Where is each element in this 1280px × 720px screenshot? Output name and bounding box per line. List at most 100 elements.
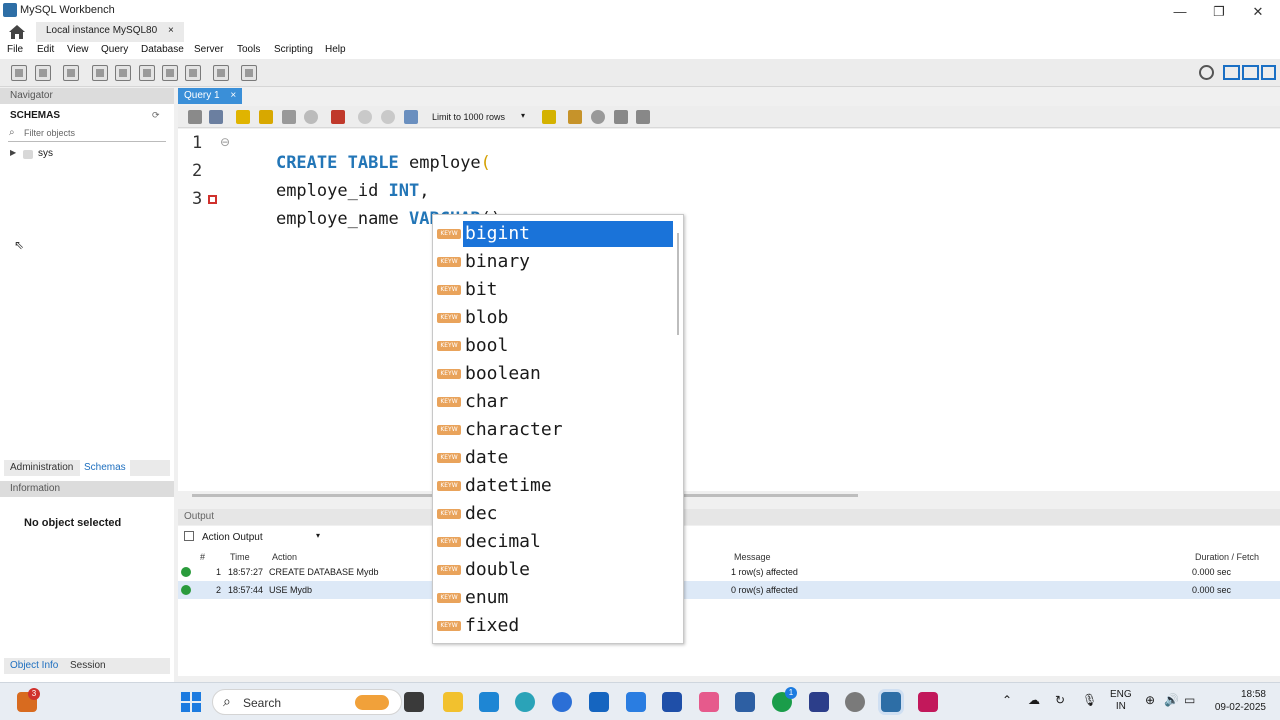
battery-icon[interactable]: ▭ (1184, 693, 1195, 707)
calendar-app-icon[interactable] (626, 692, 646, 712)
inspector-icon[interactable] (63, 65, 79, 81)
autocomplete-item[interactable]: KEYW date (435, 443, 673, 471)
query-tab-close-icon[interactable]: × (230, 90, 236, 101)
create-function-icon[interactable] (185, 65, 201, 81)
create-table-icon[interactable] (115, 65, 131, 81)
system-clock[interactable]: 18:58 09-02-2025 (1210, 688, 1266, 714)
recorder-icon[interactable] (918, 692, 938, 712)
save-file-icon[interactable] (209, 110, 223, 124)
menu-file[interactable]: File (7, 44, 23, 55)
browser-icon[interactable] (552, 692, 572, 712)
output-row[interactable]: 2 18:57:44 USE Mydb 0 row(s) affected 0.… (178, 581, 1280, 599)
output-type-select[interactable]: Action Output ▾ (202, 530, 326, 544)
output-row[interactable]: 1 18:57:27 CREATE DATABASE Mydb 1 row(s)… (178, 563, 1280, 581)
settings-icon[interactable] (845, 692, 865, 712)
invisible-characters-icon[interactable] (614, 110, 628, 124)
autocomplete-scrollbar[interactable] (677, 233, 679, 335)
copy-output-icon[interactable] (184, 531, 194, 541)
mysql-workbench-taskbar-icon[interactable] (881, 692, 901, 712)
stop-icon[interactable] (304, 110, 318, 124)
app-icon[interactable] (809, 692, 829, 712)
execute-icon[interactable] (236, 110, 250, 124)
autocomplete-item[interactable]: KEYW character (435, 415, 673, 443)
autocomplete-item[interactable]: KEYW char (435, 387, 673, 415)
rollback-icon[interactable] (381, 110, 395, 124)
microphone-icon[interactable]: 🎙 (1082, 693, 1097, 707)
tab-administration[interactable]: Administration (10, 462, 73, 473)
connection-tab[interactable]: Local instance MySQL80 × (36, 22, 184, 42)
error-marker-icon[interactable] (208, 195, 217, 204)
zoom-icon[interactable] (662, 692, 682, 712)
menu-tools[interactable]: Tools (237, 44, 260, 55)
sql-editor[interactable]: 1 ⊖ CREATE TABLE employe( 2 employe_id I… (178, 129, 1280, 497)
create-procedure-icon[interactable] (162, 65, 178, 81)
create-view-icon[interactable] (139, 65, 155, 81)
tab-session[interactable]: Session (70, 660, 106, 671)
autocomplete-item[interactable]: KEYW bit (435, 275, 673, 303)
query-tab[interactable]: Query 1 × (178, 88, 243, 104)
find-replace-icon[interactable] (591, 110, 605, 124)
autocomplete-item[interactable]: KEYW dec (435, 499, 673, 527)
autocomplete-item[interactable]: KEYW bool (435, 331, 673, 359)
menu-query[interactable]: Query (101, 44, 128, 55)
add-snippet-icon[interactable] (542, 110, 556, 124)
network-icon[interactable]: ⊕ (1145, 693, 1155, 707)
limit-rows-select[interactable]: Limit to 1000 rows ▾ (430, 110, 530, 125)
open-file-icon[interactable] (188, 110, 202, 124)
close-window-button[interactable]: ✕ (1238, 2, 1278, 22)
task-view-icon[interactable] (404, 692, 424, 712)
outlook-icon[interactable] (589, 692, 609, 712)
autocomplete-item[interactable]: KEYW binary (435, 247, 673, 275)
new-sql-tab-icon[interactable] (11, 65, 27, 81)
create-schema-icon[interactable] (92, 65, 108, 81)
autocomplete-item[interactable]: KEYW blob (435, 303, 673, 331)
autocomplete-item[interactable]: KEYW bigint (435, 219, 673, 247)
home-icon[interactable] (8, 24, 26, 40)
toggle-error-continue-icon[interactable] (331, 110, 345, 124)
copilot-icon[interactable] (699, 692, 719, 712)
execute-current-statement-icon[interactable] (259, 110, 273, 124)
autocomplete-item[interactable]: KEYW datetime (435, 471, 673, 499)
settings-gear-icon[interactable] (1199, 65, 1214, 80)
reconnect-icon[interactable] (241, 65, 257, 81)
onedrive-icon[interactable]: ☁ (1028, 693, 1040, 707)
autocomplete-item[interactable]: KEYW boolean (435, 359, 673, 387)
windows-start-icon[interactable] (181, 692, 201, 712)
open-sql-script-icon[interactable] (35, 65, 51, 81)
tab-object-info[interactable]: Object Info (10, 660, 58, 671)
menu-scripting[interactable]: Scripting (274, 44, 313, 55)
minimize-button[interactable]: — (1160, 2, 1200, 22)
autocomplete-item[interactable]: KEYW fixed (435, 611, 673, 639)
autocomplete-item[interactable]: KEYW double (435, 555, 673, 583)
menu-database[interactable]: Database (141, 44, 184, 55)
explain-icon[interactable] (282, 110, 296, 124)
schema-item-sys[interactable]: ▶ sys (10, 148, 130, 162)
refresh-schemas-icon[interactable]: ⟳ (152, 110, 160, 121)
language-indicator[interactable]: ENG IN (1110, 689, 1132, 713)
show-hidden-icons-icon[interactable]: ⌃ (1002, 693, 1012, 707)
toggle-secondary-sidebar-icon[interactable] (1261, 65, 1276, 80)
toggle-output-icon[interactable] (1242, 65, 1259, 80)
connection-tab-close-icon[interactable]: × (168, 25, 174, 36)
maximize-button[interactable]: ❐ (1199, 2, 1239, 22)
menu-help[interactable]: Help (325, 44, 346, 55)
fold-marker-icon[interactable]: ⊖ (220, 135, 230, 149)
taskbar-search-box[interactable]: ⌕ Search (212, 689, 402, 715)
autocomplete-item[interactable]: KEYW decimal (435, 527, 673, 555)
commit-icon[interactable] (358, 110, 372, 124)
search-table-data-icon[interactable] (213, 65, 229, 81)
file-explorer-icon[interactable] (443, 692, 463, 712)
menu-edit[interactable]: Edit (37, 44, 54, 55)
filter-objects-field[interactable]: ⌕ Filter objects (8, 126, 166, 142)
expand-arrow-icon[interactable]: ▶ (10, 148, 16, 157)
autocommit-toggle-icon[interactable] (404, 110, 418, 124)
menu-server[interactable]: Server (194, 44, 223, 55)
word-wrap-icon[interactable] (636, 110, 650, 124)
volume-icon[interactable]: 🔊 (1164, 693, 1179, 707)
menu-view[interactable]: View (67, 44, 89, 55)
sync-icon[interactable]: ↻ (1055, 693, 1065, 707)
beautify-icon[interactable] (568, 110, 582, 124)
tab-schemas[interactable]: Schemas (80, 460, 130, 476)
vscode-icon[interactable] (479, 692, 499, 712)
toggle-sidebar-icon[interactable] (1223, 65, 1240, 80)
